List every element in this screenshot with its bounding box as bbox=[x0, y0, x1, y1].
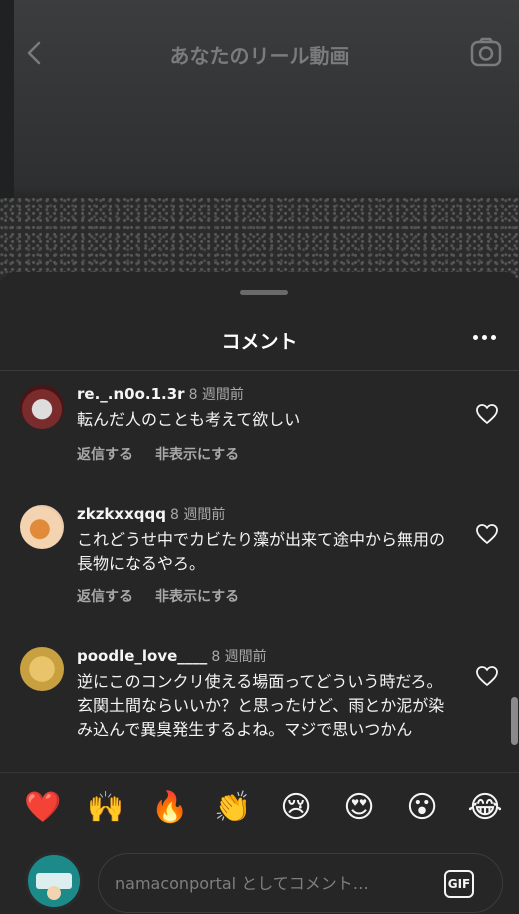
top-bar: あなたのリール動画 bbox=[0, 28, 519, 78]
comment-time: 8 週間前 bbox=[211, 649, 267, 665]
heart-eyes-emoji-reaction[interactable]: 😍 bbox=[339, 788, 379, 828]
crying-emoji-reaction[interactable]: 😢 bbox=[276, 788, 316, 828]
quick-reactions-bar: ❤️ 🙌 🔥 👏 😢 😍 😮 😂 bbox=[0, 788, 519, 832]
comment-text: これどうせ中でカビたり藻が出来て途中から無用の長物になるやろ。 bbox=[77, 530, 446, 573]
comment-input[interactable] bbox=[115, 868, 433, 898]
gif-button[interactable]: GIF bbox=[444, 870, 474, 898]
header-divider bbox=[0, 370, 519, 371]
comment-text: 転んだ人のことも考えて欲しい bbox=[77, 410, 301, 429]
comment-time: 8 週間前 bbox=[169, 507, 226, 523]
sheet-title: コメント bbox=[221, 331, 298, 353]
drag-handle[interactable] bbox=[240, 290, 288, 295]
raised-hands-emoji-reaction[interactable]: 🙌 bbox=[86, 788, 126, 828]
hide-button[interactable]: 非表示にする bbox=[155, 589, 239, 605]
reactions-divider bbox=[0, 772, 519, 773]
surprised-emoji-reaction[interactable]: 😮 bbox=[402, 788, 442, 828]
reply-button[interactable]: 返信する bbox=[77, 447, 133, 463]
heart-icon[interactable] bbox=[475, 665, 499, 687]
camera-icon[interactable] bbox=[469, 36, 503, 70]
comments-sheet: コメント re._.n0o.1.3r 8 週間前 転んだ人のことも考えて欲しい 返… bbox=[0, 272, 519, 914]
comment-username[interactable]: poodle_love____ bbox=[77, 647, 207, 665]
heart-icon[interactable] bbox=[475, 523, 499, 545]
hide-button[interactable]: 非表示にする bbox=[155, 447, 239, 463]
comment-username[interactable]: re._.n0o.1.3r bbox=[77, 385, 185, 403]
laughing-emoji-reaction[interactable]: 😂 bbox=[465, 788, 505, 828]
scrollbar[interactable] bbox=[511, 697, 518, 745]
avatar[interactable] bbox=[25, 852, 83, 910]
fire-emoji-reaction[interactable]: 🔥 bbox=[150, 788, 190, 828]
avatar[interactable] bbox=[20, 647, 64, 691]
comment-input-container: GIF bbox=[98, 853, 503, 913]
reply-button[interactable]: 返信する bbox=[77, 589, 133, 605]
heart-emoji-reaction[interactable]: ❤️ bbox=[23, 788, 63, 828]
comment-username[interactable]: zkzkxxqqq bbox=[77, 505, 166, 523]
avatar[interactable] bbox=[20, 505, 64, 549]
more-horizontal-icon[interactable] bbox=[473, 332, 497, 342]
comment-text: 逆にこのコンクリ使える場面ってどういう時だろ。玄関土間ならいいか？と思ったけど、… bbox=[77, 672, 445, 739]
comment-composer: GIF bbox=[0, 844, 519, 914]
video-gravel-texture bbox=[0, 198, 519, 278]
clapping-emoji-reaction[interactable]: 👏 bbox=[213, 788, 253, 828]
heart-icon[interactable] bbox=[475, 403, 499, 425]
comment-time: 8 週間前 bbox=[188, 387, 244, 403]
page-title: あなたのリール動画 bbox=[169, 44, 350, 68]
avatar[interactable] bbox=[20, 385, 64, 429]
